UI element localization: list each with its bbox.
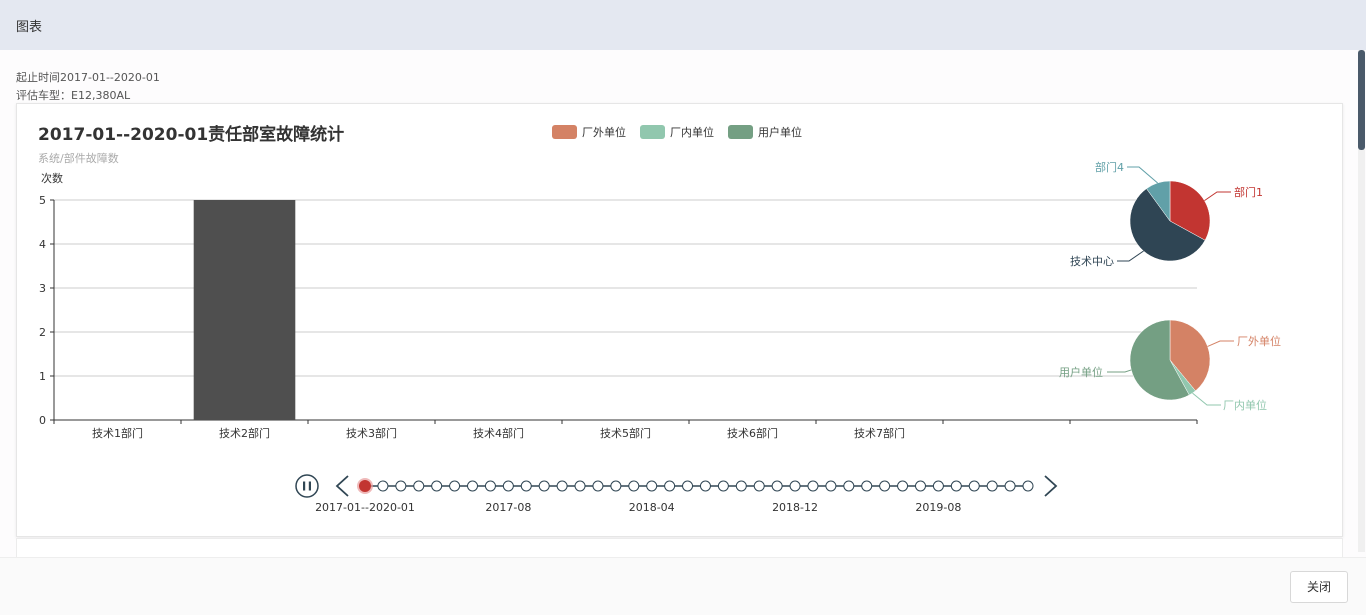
chart-title: 2017-01--2020-01责任部室故障统计 <box>38 124 344 145</box>
timeline-point-current[interactable] <box>359 480 371 492</box>
timeline-label: 2017-01--2020-01 <box>315 501 415 514</box>
pie-label-line <box>1204 191 1231 202</box>
y-tick-label: 2 <box>39 326 46 339</box>
x-tick-label: 技术2部门 <box>219 426 270 440</box>
y-tick-label: 1 <box>39 370 46 383</box>
pie-label-line <box>1192 392 1221 406</box>
pie-label-line <box>1117 250 1144 262</box>
pie-label: 厂外单位 <box>1237 334 1281 348</box>
legend-swatch[interactable] <box>728 125 753 139</box>
timeline-label: 2019-08 <box>915 501 961 514</box>
timeline-point[interactable] <box>574 480 586 492</box>
dialog-header: 图表 <box>0 0 1366 50</box>
legend-label[interactable]: 厂外单位 <box>582 125 626 139</box>
timeline-label: 2018-12 <box>772 501 818 514</box>
x-tick-label: 技术7部门 <box>854 426 905 440</box>
x-tick-label: 技术3部门 <box>346 426 397 440</box>
chart-subtitle: 系统/部件故障数 <box>38 151 119 165</box>
close-button[interactable]: 关闭 <box>1290 571 1348 603</box>
y-tick-label: 4 <box>39 238 46 251</box>
timeline-point[interactable] <box>753 480 765 492</box>
pie-label-line <box>1127 166 1158 184</box>
x-tick-label: 技术5部门 <box>600 426 651 440</box>
timeline-point[interactable] <box>1022 480 1034 492</box>
timeline-point[interactable] <box>449 480 461 492</box>
x-tick-label: 技术6部门 <box>727 426 778 440</box>
legend-swatch[interactable] <box>640 125 665 139</box>
timeline: 2017-01--2020-01 2017-08 2018-04 2018-12 201… <box>295 474 1058 514</box>
bar[interactable] <box>193 200 296 420</box>
pie-chart-units: 厂外单位厂内单位 用户单位 <box>1059 319 1281 412</box>
next-button[interactable] <box>1044 475 1058 497</box>
timeline-point[interactable] <box>664 480 676 492</box>
vehicle-model-text: 评估车型：E12,380AL <box>16 89 131 102</box>
pie-label: 部门4 <box>1095 160 1124 174</box>
timeline-point[interactable] <box>825 480 837 492</box>
timeline-point[interactable] <box>395 480 407 492</box>
timeline-point[interactable] <box>377 480 389 492</box>
timeline-point[interactable] <box>986 480 998 492</box>
prev-button[interactable] <box>335 475 349 497</box>
legend-label[interactable]: 用户单位 <box>758 125 802 139</box>
timeline-point[interactable] <box>628 480 640 492</box>
pause-icon <box>308 481 311 491</box>
timeline-point[interactable] <box>735 480 747 492</box>
timeline-point[interactable] <box>520 480 532 492</box>
chart-card: 2017-01--2020-01责任部室故障统计 系统/部件故障数 厂外单位 厂内… <box>16 103 1343 537</box>
pie-label: 厂内单位 <box>1223 398 1267 412</box>
y-tick-label: 5 <box>39 194 46 207</box>
timeline-point[interactable] <box>538 480 550 492</box>
timeline-point[interactable] <box>861 480 873 492</box>
timeline-point[interactable] <box>914 480 926 492</box>
bar-chart: 次数 0 1 2 3 4 5 技术1部门 技术2部门 技术3部门 技术4部门 技术5部门 技术6部门 技术… <box>39 171 1198 440</box>
x-tick-label: 技术1部门 <box>92 426 143 440</box>
timeline-point[interactable] <box>610 480 622 492</box>
timeline-label: 2017-08 <box>485 501 531 514</box>
timeline-point[interactable] <box>484 480 496 492</box>
timeline-point[interactable] <box>968 480 980 492</box>
timeline-point[interactable] <box>502 480 514 492</box>
y-tick-label: 3 <box>39 282 46 295</box>
timeline-point[interactable] <box>592 480 604 492</box>
timeline-point[interactable] <box>699 480 711 492</box>
dialog-title: 图表 <box>16 20 43 35</box>
pie-label: 用户单位 <box>1059 365 1103 379</box>
y-tick-label: 0 <box>39 414 46 427</box>
timeline-point[interactable] <box>1004 480 1016 492</box>
timeline-point[interactable] <box>717 480 729 492</box>
timeline-point[interactable] <box>467 480 479 492</box>
timeline-point[interactable] <box>646 480 658 492</box>
pause-button[interactable] <box>295 474 319 498</box>
timeline-point[interactable] <box>807 480 819 492</box>
timeline-point[interactable] <box>879 480 891 492</box>
pie-label-line <box>1107 369 1132 373</box>
timeline-point[interactable] <box>431 480 443 492</box>
chart-legend: 厂外单位 厂内单位 用户单位 <box>552 125 802 139</box>
timeline-point[interactable] <box>682 480 694 492</box>
timeline-point[interactable] <box>950 480 962 492</box>
timeline-point[interactable] <box>556 480 568 492</box>
vertical-scrollbar[interactable] <box>1358 50 1365 552</box>
pause-icon <box>303 481 306 491</box>
pie-chart-departments: 部门1 技术中心 部门4 <box>1070 160 1263 268</box>
pie-label: 部门1 <box>1234 185 1263 199</box>
timeline-point[interactable] <box>771 480 783 492</box>
timeline-label: 2018-04 <box>629 501 675 514</box>
timeline-point[interactable] <box>932 480 944 492</box>
timeline-point[interactable] <box>789 480 801 492</box>
timeline-point[interactable] <box>413 480 425 492</box>
pie-label: 技术中心 <box>1070 255 1114 268</box>
legend-label[interactable]: 厂内单位 <box>670 125 714 139</box>
legend-swatch[interactable] <box>552 125 577 139</box>
y-axis-label: 次数 <box>41 171 63 185</box>
x-tick-label: 技术4部门 <box>473 426 524 440</box>
chart-canvas: 2017-01--2020-01责任部室故障统计 系统/部件故障数 厂外单位 厂内… <box>38 124 1281 514</box>
pie-label-line <box>1207 340 1234 347</box>
dialog-footer: 关闭 <box>0 557 1366 615</box>
time-range-text: 起止时间2017-01--2020-01 <box>16 71 160 84</box>
timeline-point[interactable] <box>897 480 909 492</box>
timeline-point[interactable] <box>843 480 855 492</box>
scrollbar-thumb[interactable] <box>1358 50 1365 150</box>
